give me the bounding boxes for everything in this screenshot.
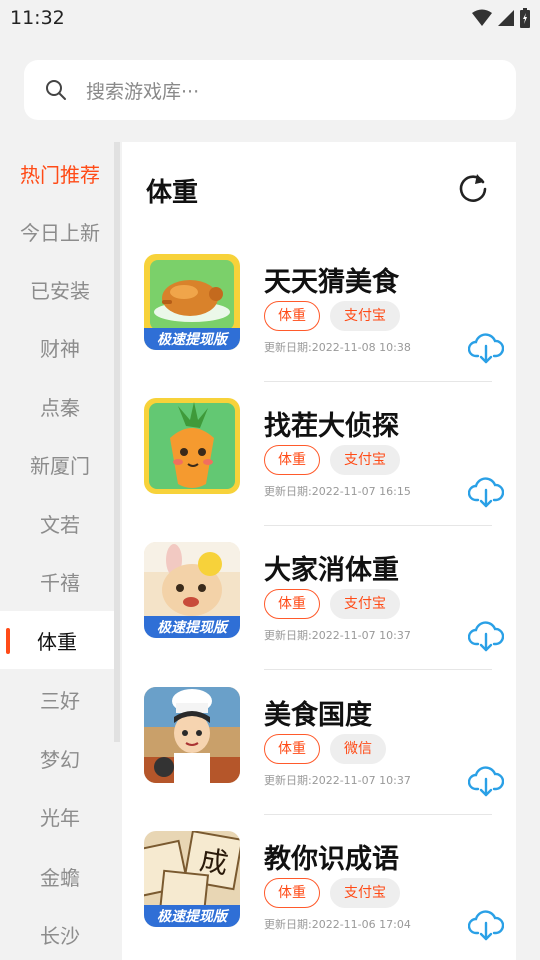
payment-tag: 支付宝 xyxy=(330,878,400,908)
search-icon xyxy=(46,80,66,100)
game-card[interactable]: 极速提现版 大家消体重 体重 支付宝 更新日期:2022-11-07 10:37 xyxy=(122,542,516,686)
sidebar-item-hot[interactable]: 热门推荐 xyxy=(0,144,120,202)
carrot-detective-icon xyxy=(144,398,240,494)
payment-tag: 微信 xyxy=(330,734,386,764)
divider xyxy=(264,814,492,815)
sidebar-item-label: 光年 xyxy=(40,805,80,830)
sidebar-item-xinxiamen[interactable]: 新厦门 xyxy=(0,435,120,493)
sidebar-item-label: 金蟾 xyxy=(40,865,80,890)
status-time: 11:32 xyxy=(10,7,65,29)
sidebar-item-label: 今日上新 xyxy=(20,220,100,245)
update-date: 更新日期:2022-11-08 10:38 xyxy=(264,341,411,354)
update-date: 更新日期:2022-11-07 10:37 xyxy=(264,629,411,642)
sidebar-item-label: 文若 xyxy=(40,512,80,537)
refresh-icon[interactable] xyxy=(456,170,490,204)
sidebar: 热门推荐 今日上新 已安装 财神 点秦 新厦门 文若 千禧 体重 三好 梦幻 光… xyxy=(0,142,120,960)
search-placeholder: 搜索游戏库··· xyxy=(86,81,200,103)
divider xyxy=(264,669,492,670)
search-input[interactable]: 搜索游戏库··· xyxy=(24,60,516,120)
category-tag: 体重 xyxy=(264,301,320,331)
game-name: 天天猜美食 xyxy=(264,267,399,298)
sidebar-item-caishen[interactable]: 财神 xyxy=(0,318,120,376)
sidebar-item-label: 热门推荐 xyxy=(20,162,100,187)
banner-label: 极速提现版 xyxy=(157,332,227,348)
update-date: 更新日期:2022-11-07 16:15 xyxy=(264,485,411,498)
sidebar-item-installed[interactable]: 已安装 xyxy=(0,260,120,318)
banner-label: 极速提现版 xyxy=(157,909,227,925)
sidebar-item-tizhong[interactable]: 体重 xyxy=(0,611,114,669)
cloud-download-icon[interactable] xyxy=(468,332,504,364)
category-tag: 体重 xyxy=(264,734,320,764)
chef-icon xyxy=(144,687,240,783)
status-icons xyxy=(472,8,530,28)
payment-tag: 支付宝 xyxy=(330,445,400,475)
update-date: 更新日期:2022-11-06 17:04 xyxy=(264,918,411,931)
category-tag: 体重 xyxy=(264,589,320,619)
battery-icon xyxy=(520,8,530,28)
game-card[interactable]: 成 极速提现版 教你识成语 体重 支付宝 更新日期:2022-11-06 17:… xyxy=(122,831,516,960)
sidebar-item-label: 新厦门 xyxy=(30,453,90,478)
game-card[interactable]: 极速提现版 天天猜美食 体重 支付宝 更新日期:2022-11-08 10:38 xyxy=(122,254,516,398)
cloud-download-icon[interactable] xyxy=(468,765,504,797)
sidebar-item-label: 三好 xyxy=(40,688,80,713)
sidebar-item-label: 财神 xyxy=(40,336,80,361)
category-tag: 体重 xyxy=(264,878,320,908)
sidebar-item-label: 长沙 xyxy=(40,923,80,948)
sidebar-item-guangnian[interactable]: 光年 xyxy=(0,787,120,845)
game-card[interactable]: 美食国度 体重 微信 更新日期:2022-11-07 10:37 xyxy=(122,687,516,831)
payment-tag: 支付宝 xyxy=(330,301,400,331)
sidebar-item-today-new[interactable]: 今日上新 xyxy=(0,202,120,260)
sidebar-item-label: 已安装 xyxy=(30,278,90,303)
game-card[interactable]: 找茬大侦探 体重 支付宝 更新日期:2022-11-07 16:15 xyxy=(122,398,516,542)
sidebar-item-label: 点秦 xyxy=(40,395,80,420)
game-name: 大家消体重 xyxy=(264,555,399,586)
sidebar-item-label: 千禧 xyxy=(40,570,80,595)
sidebar-item-jinchan[interactable]: 金蟾 xyxy=(0,847,120,905)
status-bar: 11:32 xyxy=(0,0,540,38)
sidebar-item-qianxi[interactable]: 千禧 xyxy=(0,552,120,610)
cartoon-characters-icon: 极速提现版 xyxy=(144,542,240,638)
sidebar-item-label: 梦幻 xyxy=(40,747,80,772)
divider xyxy=(264,525,492,526)
active-indicator xyxy=(6,628,10,654)
game-name: 教你识成语 xyxy=(264,844,399,875)
sidebar-item-label: 体重 xyxy=(37,629,77,654)
sidebar-item-wenruo[interactable]: 文若 xyxy=(0,494,120,552)
payment-tag: 支付宝 xyxy=(330,589,400,619)
roast-chicken-icon: 极速提现版 xyxy=(144,254,240,350)
cloud-download-icon[interactable] xyxy=(468,909,504,941)
game-name: 美食国度 xyxy=(264,700,372,731)
cloud-download-icon[interactable] xyxy=(468,476,504,508)
sidebar-item-dianqin[interactable]: 点秦 xyxy=(0,377,120,435)
category-tag: 体重 xyxy=(264,445,320,475)
sidebar-item-menghuan[interactable]: 梦幻 xyxy=(0,729,120,787)
banner-label: 极速提现版 xyxy=(157,620,227,636)
panel-title: 体重 xyxy=(146,178,199,208)
wifi-icon xyxy=(472,9,492,26)
divider xyxy=(264,381,492,382)
cloud-download-icon[interactable] xyxy=(468,620,504,652)
update-date: 更新日期:2022-11-07 10:37 xyxy=(264,774,411,787)
sidebar-scrollbar[interactable] xyxy=(114,142,120,742)
sidebar-item-changsha[interactable]: 长沙 xyxy=(0,905,120,960)
game-name: 找茬大侦探 xyxy=(264,411,399,442)
svg-text:成: 成 xyxy=(197,843,230,880)
signal-icon xyxy=(498,10,514,26)
idiom-tiles-icon: 成 极速提现版 xyxy=(144,831,240,927)
sidebar-item-sanhao[interactable]: 三好 xyxy=(0,670,120,728)
game-list-panel: 体重 极速提现版 天天猜美食 体重 支付宝 更新日期:2022-11-08 10… xyxy=(122,142,516,960)
